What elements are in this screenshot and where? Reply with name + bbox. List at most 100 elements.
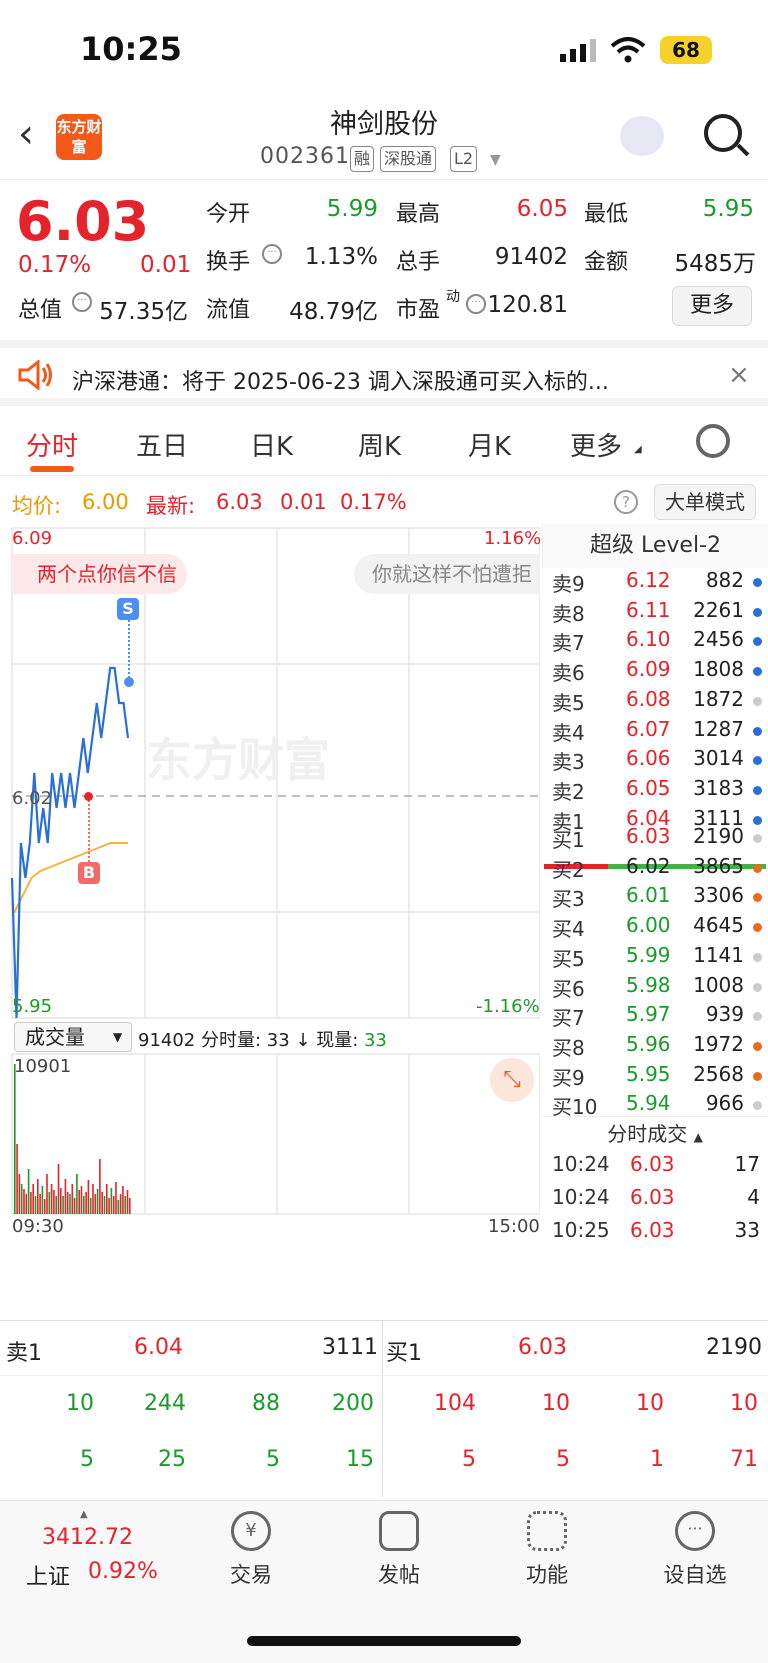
volume-bar [43, 1199, 46, 1214]
volume-bar [103, 1196, 106, 1214]
ask-level: 卖7 [552, 631, 585, 656]
tab-weekly[interactable]: 周K [358, 426, 401, 463]
assistant-robot-icon[interactable] [620, 116, 664, 156]
order-dot [753, 785, 762, 795]
volume-bar [20, 1184, 23, 1214]
tick-price: 6.03 [630, 1185, 675, 1209]
bid-row[interactable]: 买6 5.98 1008 [542, 973, 768, 1004]
order-dot [753, 952, 762, 962]
volume-bar [76, 1174, 78, 1214]
nav-watchlist-label: 设自选 [663, 1563, 727, 1587]
volume-bar [85, 1192, 87, 1214]
tick-volume: 33 [734, 1218, 760, 1242]
ask-price: 6.09 [626, 657, 671, 682]
sell-order: 15 [346, 1447, 374, 1472]
pe-sup: 动 [446, 289, 460, 305]
notice-banner[interactable]: 沪深港通：将于 2025-06-23 调入深股通可买入标的... × [0, 340, 768, 406]
volume-bar [34, 1196, 37, 1214]
index-name: 上证 [26, 1565, 71, 1590]
caret-down-icon: ▼ [113, 1030, 123, 1044]
caret-icon: ◢ [634, 444, 642, 455]
volume-bar [78, 1190, 80, 1214]
battery-icon: 68 [660, 36, 712, 64]
bid-row[interactable]: 买3 6.01 3306 [542, 883, 768, 914]
bottom-price-label: 5.95 [12, 996, 53, 1017]
info-icon[interactable]: ··· [262, 244, 282, 264]
nav-trade[interactable]: ¥ 交易 [196, 1511, 306, 1589]
volume-bar [83, 1196, 85, 1214]
turnover-value: 1.13% [304, 244, 378, 270]
bid-row[interactable]: 买5 5.99 1141 [542, 943, 768, 974]
ask-price: 6.07 [626, 716, 671, 741]
tab-five-day[interactable]: 五日 [136, 426, 188, 463]
nav-functions[interactable]: 功能 [492, 1511, 602, 1589]
order-dot [753, 578, 762, 587]
comment-bubble[interactable]: 你就这样不怕遭拒 [354, 554, 540, 594]
index-ticker[interactable]: ▲ 3412.72 上证 0.92% [0, 1501, 176, 1611]
last-value: 6.03 [216, 490, 263, 514]
ask-row[interactable]: 卖3 6.06 3014 [542, 746, 768, 777]
comment-bubble[interactable]: 两个点你信不信 [12, 554, 187, 594]
bid-row[interactable]: 买1 6.03 2190 [542, 824, 768, 855]
info-icon[interactable]: ··· [72, 292, 92, 312]
tick-time: 10:24 [552, 1152, 610, 1176]
chevron-down-icon[interactable]: ▼ [490, 152, 501, 168]
tab-intraday[interactable]: 分时 [26, 426, 78, 463]
ask-row[interactable]: 卖7 6.10 2456 [542, 627, 768, 658]
change-pct: 0.17% [18, 252, 92, 278]
open-value: 5.99 [326, 196, 378, 222]
intraday-chart[interactable]: 东方财富 6.09 1.16% 6.02 5.95 -1.16% 两个点你信不信… [0, 524, 541, 1237]
bid-price: 5.98 [626, 972, 671, 997]
ask-row[interactable]: 卖8 6.11 2261 [542, 598, 768, 629]
sell-order: 244 [144, 1391, 186, 1416]
ask-row[interactable]: 卖4 6.07 1287 [542, 717, 768, 748]
ask-volume: 3183 [693, 775, 744, 800]
bottom-order-summary: 卖1 6.04 3111 买1 6.03 2190 10 244 88 200 … [0, 1320, 768, 1497]
close-icon[interactable]: × [728, 360, 750, 390]
ask-row[interactable]: 卖5 6.08 1872 [542, 687, 768, 718]
buy-marker[interactable]: B [78, 862, 100, 884]
volume-bar [53, 1190, 55, 1214]
order-dot [753, 607, 762, 617]
ask-row[interactable]: 卖6 6.09 1808 [542, 657, 768, 688]
bid-row[interactable]: 买8 5.96 1972 [542, 1032, 768, 1063]
volume-bar [66, 1192, 69, 1214]
help-icon[interactable]: ? [614, 490, 638, 514]
volume-bar [23, 1189, 25, 1214]
search-icon[interactable] [704, 114, 742, 152]
bid-row[interactable]: 买2 6.02 3865 [542, 854, 768, 885]
sell-marker[interactable]: S [117, 598, 139, 620]
bid-level: 买6 [552, 976, 585, 1001]
ask-row[interactable]: 卖9 6.12 882 [542, 568, 768, 599]
volume-selector[interactable]: 成交量 ▼ [14, 1022, 132, 1052]
avg-value: 6.00 [82, 490, 129, 514]
volume-bar [48, 1192, 51, 1214]
ticks-header[interactable]: 分时成交 ▲ [542, 1116, 768, 1150]
bid-row[interactable]: 买4 6.00 4645 [542, 913, 768, 944]
volume-bar [92, 1184, 94, 1214]
price-info-bar: 均价: 6.00 最新: 6.03 0.01 0.17% ? 大单模式 [0, 478, 768, 524]
bid-volume: 4645 [693, 913, 744, 938]
nav-watchlist[interactable]: ··· 设自选 [640, 1511, 750, 1589]
sell-order: 200 [332, 1391, 374, 1416]
big-order-mode-button[interactable]: 大单模式 [654, 484, 756, 520]
orderbook-title[interactable]: 超级 Level-2 [542, 524, 768, 568]
stock-code: 002361 [260, 144, 350, 169]
bid-row[interactable]: 买9 5.95 2568 [542, 1062, 768, 1093]
tab-monthly[interactable]: 月K [468, 426, 511, 463]
volume-bar [71, 1184, 74, 1214]
tab-more[interactable]: 更多 [570, 426, 622, 463]
volume-bar [57, 1164, 60, 1214]
ask-row[interactable]: 卖2 6.05 3183 [542, 776, 768, 807]
order-dot [753, 893, 762, 903]
volume-bar [62, 1196, 64, 1214]
gear-icon[interactable] [696, 424, 730, 458]
expand-icon[interactable]: ⤡ [490, 1058, 534, 1102]
volume-bar [73, 1198, 76, 1214]
more-button[interactable]: 更多 [672, 286, 752, 326]
nav-post-label: 发帖 [378, 1563, 420, 1587]
tab-daily[interactable]: 日K [250, 426, 293, 463]
nav-post[interactable]: 发帖 [344, 1511, 454, 1589]
buy-order: 1 [650, 1447, 664, 1472]
bid-row[interactable]: 买7 5.97 939 [542, 1002, 768, 1033]
